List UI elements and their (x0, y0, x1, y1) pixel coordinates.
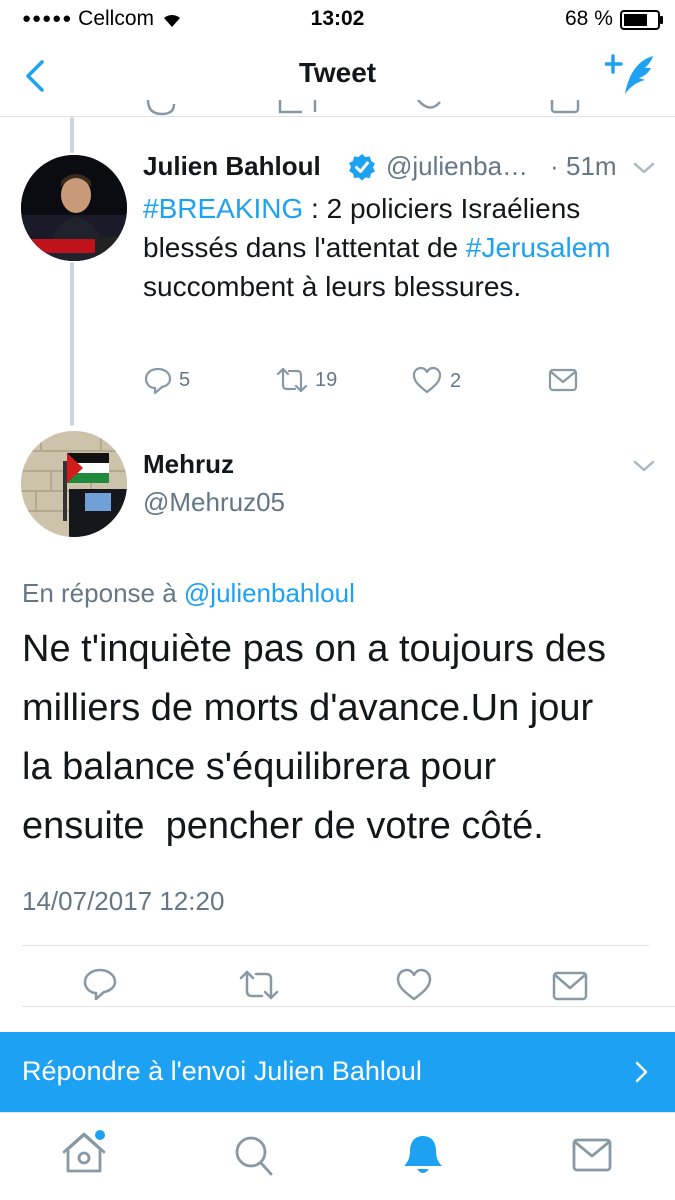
verified-badge-icon (348, 153, 376, 181)
chevron-down-icon (633, 460, 655, 472)
like-count: 2 (450, 370, 462, 392)
reply-count: 5 (179, 369, 191, 391)
reply-action[interactable]: 5 (143, 365, 213, 397)
page-title: Tweet (298, 57, 377, 88)
heart-icon (412, 366, 442, 394)
compose-tweet-icon (605, 54, 653, 94)
battery-icon (620, 10, 664, 30)
actions-divider-top (22, 945, 649, 946)
reply-author-name[interactable]: Mehruz (143, 449, 234, 480)
reply-icon (144, 367, 172, 395)
chevron-right-icon (635, 1061, 648, 1083)
reply-author-handle[interactable]: @Mehruz05 (143, 487, 285, 518)
thread-line-top (70, 117, 74, 153)
actions-divider-bottom (22, 1006, 675, 1007)
reply-to-handle[interactable]: @julienbahloul (184, 578, 355, 608)
envelope-icon (572, 1138, 612, 1172)
tweet-text-line: Ne t'inquiète pas on a toujours des (22, 628, 606, 670)
reply-options-button[interactable] (632, 458, 656, 474)
tweet-text-line: la balance s'équilibrera pour (22, 746, 497, 788)
tweet-timestamp: 14/07/2017 12:20 (22, 886, 225, 916)
author-name[interactable]: Julien Bahloul (143, 151, 321, 182)
reply-icon (83, 968, 117, 1001)
direct-message-action[interactable] (548, 368, 578, 392)
direct-message-button[interactable] (552, 971, 588, 1001)
tweet-text-line: ensuite pencher de votre côté. (22, 805, 544, 847)
reply-tweet-text: Ne t'inquiète pas on a toujours des mill… (22, 620, 667, 856)
tweet-options-button[interactable] (632, 160, 656, 176)
search-icon (235, 1136, 273, 1176)
tweet-text-line: milliers de morts d'avance.Un jour (22, 687, 594, 729)
home-icon (62, 1130, 106, 1173)
reply-compose-label: Répondre à l'envoi Julien Bahloul (22, 1056, 422, 1086)
reply-context: En réponse à @julienbahloul (22, 578, 355, 609)
nav-divider (0, 116, 675, 117)
heart-icon (396, 968, 432, 1001)
battery-percent: 68 % (565, 7, 613, 30)
hashtag-breaking[interactable]: #BREAKING (143, 193, 303, 224)
reply-context-prefix: En réponse à (22, 578, 177, 608)
thread-line-bottom (70, 262, 74, 426)
parent-tweet-text: #BREAKING : 2 policiers Israéliens bless… (143, 189, 663, 306)
avatar-julien-bahloul[interactable] (21, 155, 127, 261)
like-button[interactable] (396, 968, 432, 1002)
compose-tweet-button[interactable] (605, 52, 660, 102)
retweet-action[interactable]: 19 (275, 365, 355, 397)
tweet-age: 51m (566, 151, 617, 181)
bell-icon (404, 1136, 442, 1173)
retweet-button[interactable] (238, 968, 280, 1002)
tab-messages[interactable] (572, 1138, 612, 1172)
retweet-icon (239, 970, 279, 1000)
previous-tweet-actions-cutoff (140, 100, 600, 116)
like-action[interactable]: 2 (412, 366, 472, 398)
retweet-icon (276, 367, 308, 393)
reply-compose-bar[interactable]: Répondre à l'envoi Julien Bahloul (0, 1032, 675, 1112)
tab-bar (0, 1113, 675, 1200)
envelope-icon (548, 368, 578, 392)
envelope-icon (552, 971, 588, 1001)
avatar-mehruz[interactable] (21, 431, 127, 537)
reply-button[interactable] (82, 966, 118, 1002)
handle-separator: · (550, 151, 559, 181)
status-bar: ●●●●● Cellcom 13:02 68 % (0, 0, 675, 40)
tweet-text-segment: succombent à leurs blessures. (143, 271, 522, 302)
chevron-down-icon (633, 162, 655, 174)
tab-search[interactable] (234, 1135, 274, 1177)
tab-notifications[interactable] (402, 1133, 444, 1177)
author-handle[interactable]: @julienba… (386, 151, 528, 182)
tab-home[interactable] (62, 1127, 110, 1177)
retweet-count: 19 (315, 369, 338, 391)
hashtag-jerusalem[interactable]: #Jerusalem (466, 232, 611, 263)
